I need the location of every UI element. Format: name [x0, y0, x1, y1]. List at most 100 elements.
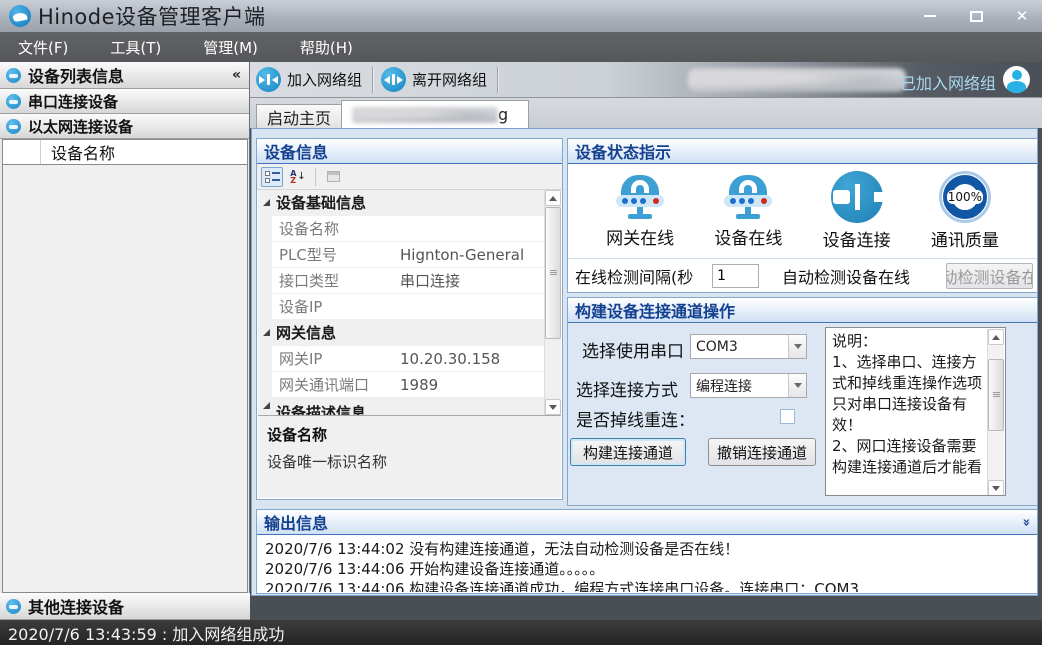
property-row-gateway-ip[interactable]: 网关IP 10.20.30.158: [258, 346, 546, 372]
device-info-title: 设备信息: [264, 139, 328, 163]
toolbar-separator: [372, 67, 373, 93]
status-bar-text: 2020/7/6 13:43:59 : 加入网络组成功: [8, 621, 284, 645]
property-row-device-name[interactable]: 设备名称: [258, 216, 546, 242]
property-category[interactable]: 设备基础信息: [258, 190, 546, 216]
tab-home[interactable]: 启动主页: [256, 104, 342, 128]
property-row-interface-type[interactable]: 接口类型 串口连接: [258, 268, 546, 294]
az-sort-icon: AZ↓: [290, 170, 306, 184]
property-value: 串口连接: [400, 270, 460, 291]
property-value: 1989: [400, 376, 438, 394]
window-title: Hinode设备管理客户端: [38, 1, 266, 31]
device-page: 设备信息 AZ↓: [251, 128, 1038, 596]
property-label: 网关通讯端口: [272, 374, 400, 395]
interval-input[interactable]: [712, 264, 759, 288]
menu-manage[interactable]: 管理(M): [197, 34, 264, 61]
scroll-up-icon[interactable]: [988, 329, 1004, 345]
scroll-down-icon[interactable]: [545, 399, 561, 415]
property-category[interactable]: 网关信息: [258, 320, 546, 346]
toolbar-separator: [497, 67, 498, 93]
row-indent: [258, 216, 272, 241]
leave-network-icon: [381, 67, 406, 92]
user-avatar[interactable]: [1003, 66, 1030, 93]
leave-network-label: 离开网络组: [412, 69, 487, 90]
sidebar-header-label: 设备列表信息: [28, 63, 124, 87]
indicator-gateway-online: 网关在线: [606, 171, 674, 249]
sidebar-item-serial-devices[interactable]: 串口连接设备: [0, 89, 249, 114]
join-network-label: 加入网络组: [287, 69, 362, 90]
scroll-down-icon[interactable]: [988, 480, 1004, 496]
property-category-clipped[interactable]: 设备描述信息: [258, 398, 546, 415]
row-indent: [258, 242, 272, 267]
menu-help[interactable]: 帮助(H): [294, 34, 359, 61]
menu-tools[interactable]: 工具(T): [104, 34, 167, 61]
sidebar-header[interactable]: 设备列表信息 «: [0, 62, 249, 89]
connect-mode-value: 编程连接: [691, 376, 788, 396]
serial-device-icon: [6, 94, 21, 109]
scrollbar-thumb[interactable]: [545, 207, 561, 339]
network-status-text: 已加入网络组: [900, 70, 996, 94]
property-label: 网关IP: [272, 348, 400, 369]
scrollbar-thumb[interactable]: [988, 359, 1004, 431]
serial-port-label: 选择使用串口: [582, 337, 684, 362]
row-indent: [258, 372, 272, 397]
close-button[interactable]: ✕: [1012, 7, 1032, 25]
serial-port-select[interactable]: COM3: [690, 334, 807, 359]
expanded-arrow-icon[interactable]: [263, 199, 270, 206]
status-indicators: 网关在线 设备在线 设备连接: [568, 165, 1037, 257]
property-row-device-ip[interactable]: 设备IP: [258, 294, 546, 320]
property-row-plc-model[interactable]: PLC型号 Hignton-General: [258, 242, 546, 268]
sidebar-item-other-devices[interactable]: 其他连接设备: [0, 593, 250, 620]
build-channel-button[interactable]: 构建连接通道: [570, 438, 686, 466]
device-online-icon: [720, 171, 776, 221]
sidebar-item-ethernet-devices[interactable]: 以太网连接设备: [0, 114, 249, 139]
maximize-button[interactable]: [966, 7, 986, 25]
expanded-arrow-icon[interactable]: [263, 402, 270, 409]
alphabetical-sort-button[interactable]: AZ↓: [287, 167, 309, 187]
gateway-online-icon: [612, 171, 668, 221]
log-line: 2020/7/6 13:44:02 没有构建连接通道，无法自动检测设备是否在线！: [265, 539, 1029, 559]
scroll-up-icon[interactable]: [545, 190, 561, 206]
build-channel-header: 构建设备连接通道操作: [568, 298, 1037, 323]
destroy-channel-button[interactable]: 撤销连接通道: [708, 438, 816, 466]
property-pages-button: [322, 167, 344, 187]
property-value: 10.20.30.158: [400, 350, 500, 368]
sidebar-footer-label: 其他连接设备: [28, 594, 124, 618]
join-network-button[interactable]: 加入网络组: [250, 64, 370, 95]
indicator-label: 网关在线: [606, 224, 674, 249]
leave-network-button[interactable]: 离开网络组: [375, 64, 495, 95]
connect-mode-select[interactable]: 编程连接: [690, 373, 807, 398]
reconnect-checkbox[interactable]: [780, 409, 795, 424]
device-list-column-header[interactable]: 设备名称: [2, 139, 248, 165]
dropdown-arrow-icon[interactable]: [788, 335, 806, 358]
comm-quality-gauge: 100%: [939, 171, 991, 223]
note-scrollbar[interactable]: [987, 329, 1004, 496]
dropdown-arrow-icon[interactable]: [788, 374, 806, 397]
property-value: Hignton-General: [400, 246, 524, 264]
indicator-device-connected: 设备连接: [823, 171, 891, 251]
description-text: 设备唯一标识名称: [267, 451, 552, 472]
category-label: 设备基础信息: [276, 192, 366, 213]
tab-device-page[interactable]: g: [341, 100, 529, 128]
serial-port-value: COM3: [691, 339, 788, 355]
menu-file[interactable]: 文件(F): [12, 34, 74, 61]
auto-detect-button[interactable]: 自动检测设备在线: [946, 263, 1033, 289]
toolbar-separator: [315, 168, 316, 186]
app-window: Hinode设备管理客户端 ✕ 文件(F) 工具(T) 管理(M) 帮助(H) …: [0, 0, 1042, 645]
window-controls: ✕: [920, 0, 1032, 32]
property-row-gateway-port[interactable]: 网关通讯端口 1989: [258, 372, 546, 398]
comm-quality-value: 100%: [947, 190, 983, 204]
log-line: 2020/7/6 13:44:06 构建设备连接通道成功，编程方式连接串口设备。…: [265, 579, 1029, 592]
sidebar-collapse-icon[interactable]: «: [232, 67, 241, 83]
categorized-view-button[interactable]: [261, 167, 283, 187]
output-header: 输出信息 »: [257, 510, 1037, 535]
expanded-arrow-icon[interactable]: [263, 329, 270, 336]
property-description-area: 设备名称 设备唯一标识名称: [258, 415, 561, 498]
interval-label: 在线检测间隔(秒: [575, 264, 715, 288]
network-toolbar: 加入网络组 离开网络组 已加入网络组: [250, 62, 1042, 98]
collapse-chevron-icon[interactable]: »: [1018, 518, 1033, 526]
device-list[interactable]: [2, 165, 248, 593]
tab-bar: 启动主页 g: [250, 98, 1042, 128]
redacted-tab-title: [352, 107, 498, 123]
minimize-button[interactable]: [920, 7, 940, 25]
property-grid-scrollbar[interactable]: [544, 190, 561, 415]
